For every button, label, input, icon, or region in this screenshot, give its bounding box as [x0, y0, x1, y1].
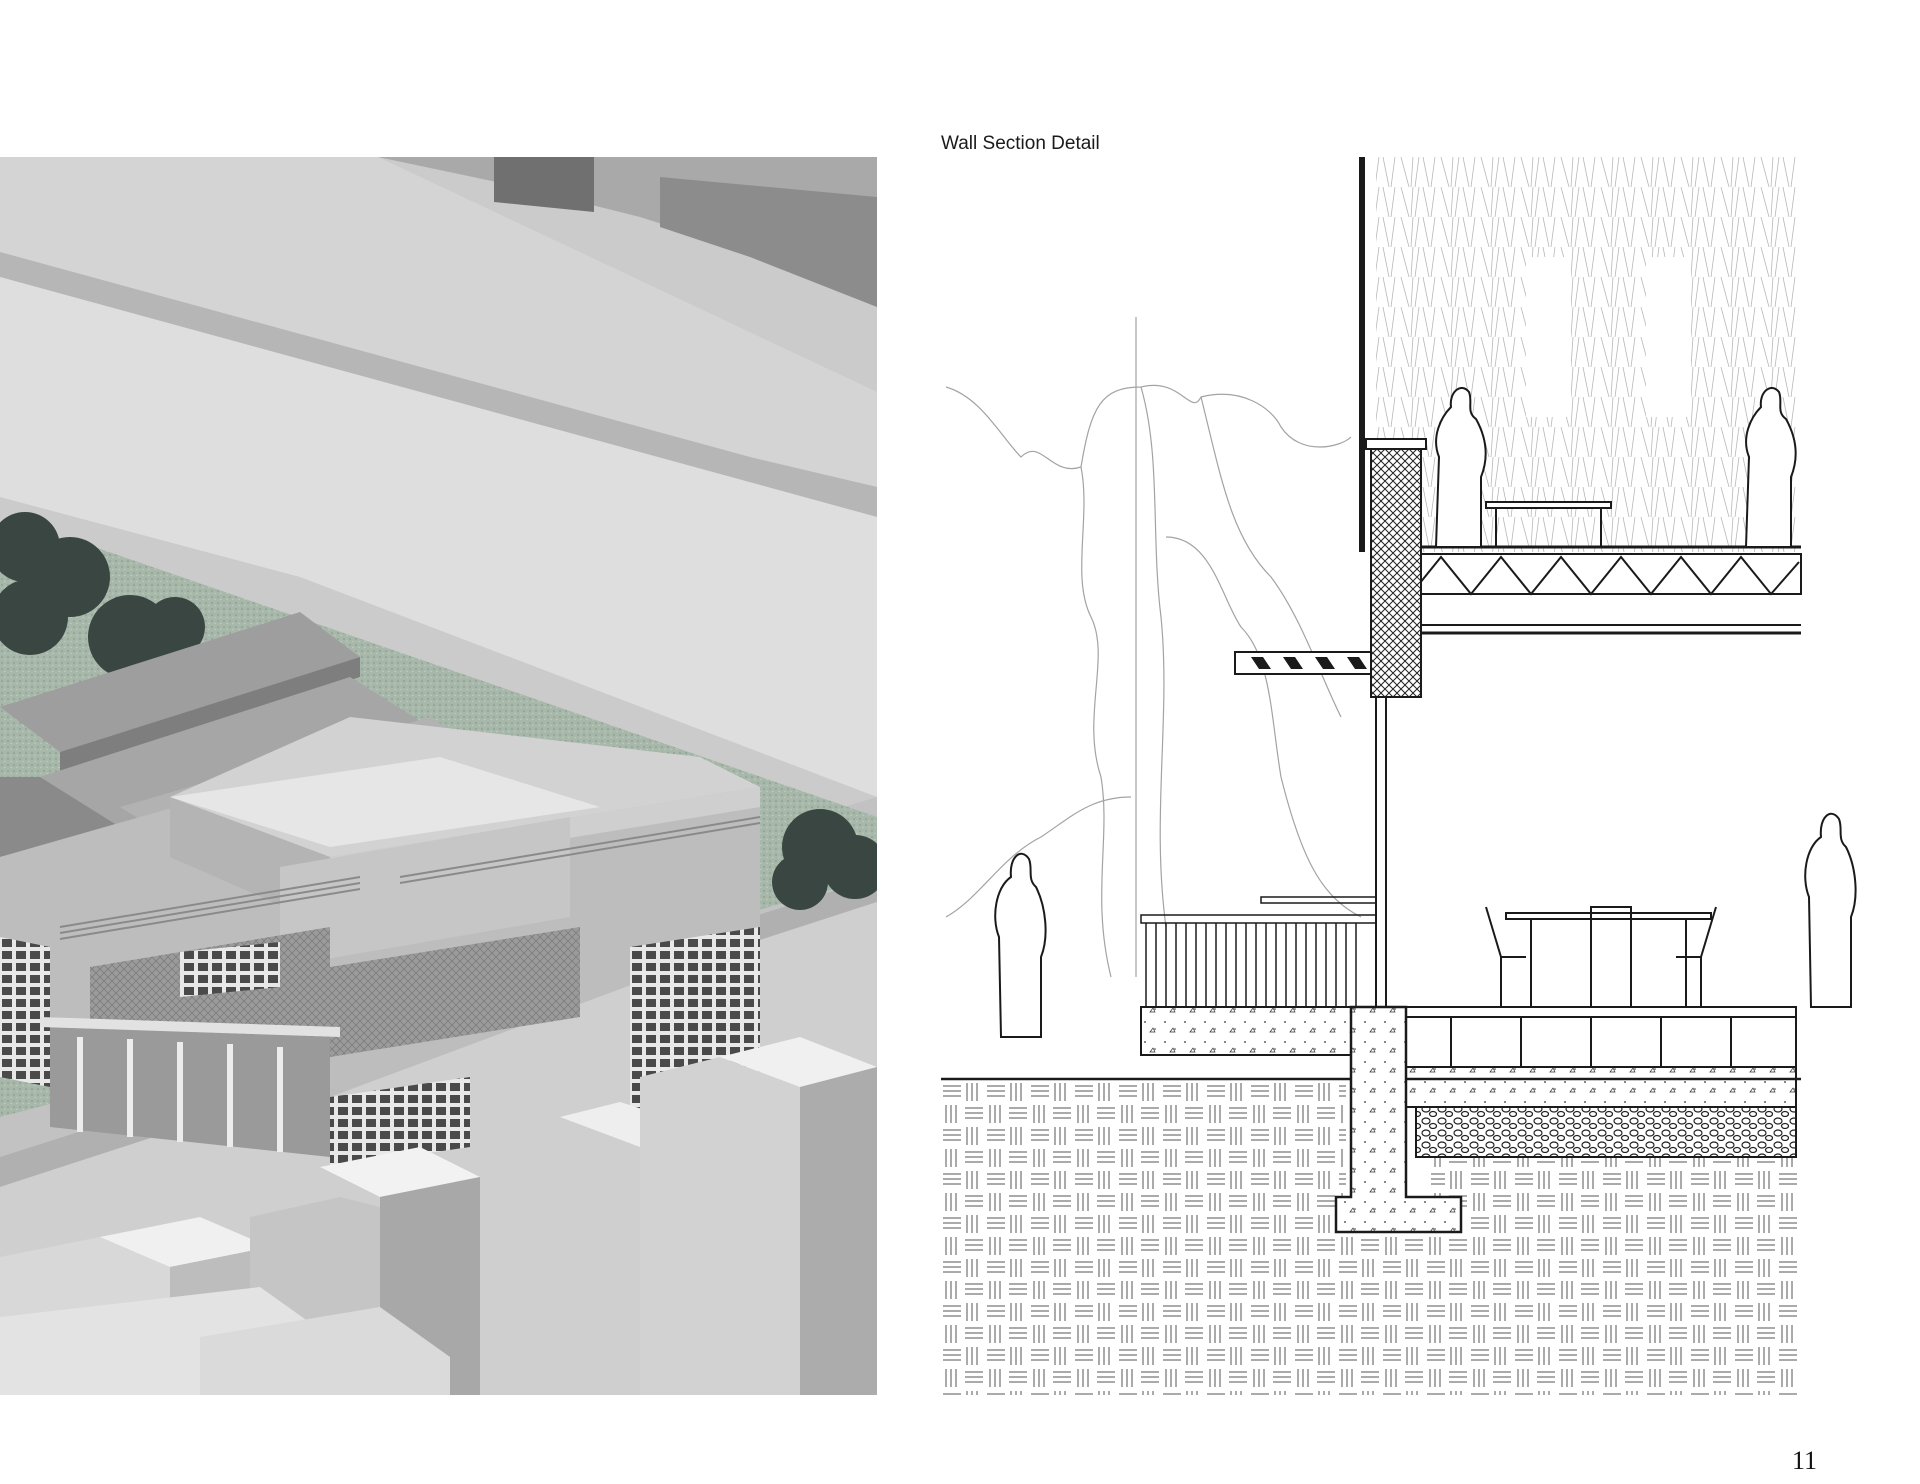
floor-slab: [1380, 1016, 1797, 1068]
axonometric-render: [0, 157, 877, 1395]
truss-joist: [1400, 553, 1802, 595]
page-number: 11: [1792, 1446, 1818, 1475]
page-title: Wall Section Detail: [941, 133, 1100, 154]
gravel-bed: [1415, 1106, 1797, 1158]
wall-section-drawing: [941, 157, 1861, 1395]
wall-section-svg: [941, 157, 1857, 1395]
earth-fill: [941, 1081, 1346, 1395]
ground-people: [994, 812, 1857, 1038]
wall-insulation: [1370, 446, 1422, 698]
axonometric-render-svg: [0, 157, 877, 1395]
terrace-planter: [1140, 1006, 1382, 1056]
railing: [1140, 896, 1377, 1007]
